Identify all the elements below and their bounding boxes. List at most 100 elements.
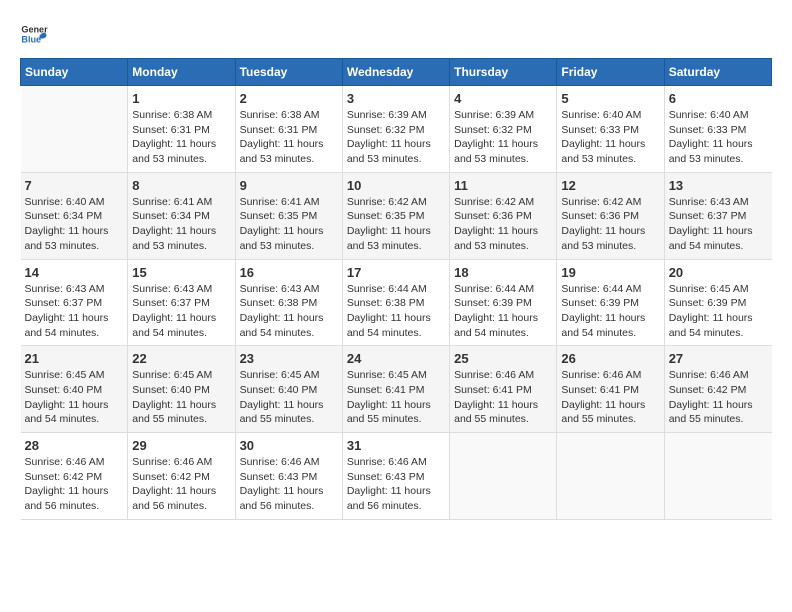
day-number: 1 <box>132 91 230 106</box>
day-number: 7 <box>25 178 124 193</box>
calendar-cell: 11 Sunrise: 6:42 AMSunset: 6:36 PMDayligh… <box>450 172 557 259</box>
day-info: Sunrise: 6:41 AMSunset: 6:35 PMDaylight:… <box>240 195 338 254</box>
calendar-cell: 27 Sunrise: 6:46 AMSunset: 6:42 PMDayligh… <box>664 346 771 433</box>
day-number: 9 <box>240 178 338 193</box>
day-info: Sunrise: 6:46 AMSunset: 6:42 PMDaylight:… <box>132 455 230 514</box>
calendar-cell: 10 Sunrise: 6:42 AMSunset: 6:35 PMDayligh… <box>342 172 449 259</box>
calendar-cell: 24Sunrise: 6:45 AMSunset: 6:41 PMDayligh… <box>342 346 449 433</box>
calendar-cell: 5 Sunrise: 6:40 AMSunset: 6:33 PMDaylight… <box>557 86 664 173</box>
day-info: Sunrise: 6:43 AMSunset: 6:37 PMDaylight:… <box>132 282 230 341</box>
day-number: 2 <box>240 91 338 106</box>
day-number: 18 <box>454 265 552 280</box>
calendar-cell: 21 Sunrise: 6:45 AMSunset: 6:40 PMDayligh… <box>21 346 128 433</box>
day-info: Sunrise: 6:45 AMSunset: 6:40 PMDaylight:… <box>132 368 230 427</box>
day-number: 26 <box>561 351 659 366</box>
day-info: Sunrise: 6:43 AMSunset: 6:37 PMDaylight:… <box>669 195 768 254</box>
day-info: Sunrise: 6:42 AMSunset: 6:36 PMDaylight:… <box>454 195 552 254</box>
calendar-cell: 19Sunrise: 6:44 AMSunset: 6:39 PMDayligh… <box>557 259 664 346</box>
calendar-cell: 4 Sunrise: 6:39 AMSunset: 6:32 PMDaylight… <box>450 86 557 173</box>
calendar-cell: 2 Sunrise: 6:38 AMSunset: 6:31 PMDaylight… <box>235 86 342 173</box>
weekday-header-friday: Friday <box>557 59 664 86</box>
day-info: Sunrise: 6:44 AMSunset: 6:39 PMDaylight:… <box>454 282 552 341</box>
day-number: 13 <box>669 178 768 193</box>
calendar-cell: 18 Sunrise: 6:44 AMSunset: 6:39 PMDayligh… <box>450 259 557 346</box>
weekday-header-tuesday: Tuesday <box>235 59 342 86</box>
calendar-cell: 23 Sunrise: 6:45 AMSunset: 6:40 PMDayligh… <box>235 346 342 433</box>
calendar-cell: 17 Sunrise: 6:44 AMSunset: 6:38 PMDayligh… <box>342 259 449 346</box>
calendar-cell <box>21 86 128 173</box>
logo-icon: General Blue <box>20 20 48 48</box>
calendar-cell: 30Sunrise: 6:46 AMSunset: 6:43 PMDayligh… <box>235 433 342 520</box>
calendar-week-4: 21 Sunrise: 6:45 AMSunset: 6:40 PMDayligh… <box>21 346 772 433</box>
day-number: 10 <box>347 178 445 193</box>
day-number: 16 <box>240 265 338 280</box>
day-number: 6 <box>669 91 768 106</box>
day-info: Sunrise: 6:45 AMSunset: 6:40 PMDaylight:… <box>240 368 338 427</box>
weekday-header-sunday: Sunday <box>21 59 128 86</box>
calendar-week-1: 1 Sunrise: 6:38 AMSunset: 6:31 PMDaylight… <box>21 86 772 173</box>
calendar-cell: 26Sunrise: 6:46 AMSunset: 6:41 PMDayligh… <box>557 346 664 433</box>
calendar-cell: 8Sunrise: 6:41 AMSunset: 6:34 PMDaylight… <box>128 172 235 259</box>
day-info: Sunrise: 6:40 AMSunset: 6:34 PMDaylight:… <box>25 195 124 254</box>
calendar-week-3: 14 Sunrise: 6:43 AMSunset: 6:37 PMDayligh… <box>21 259 772 346</box>
calendar-cell: 7 Sunrise: 6:40 AMSunset: 6:34 PMDaylight… <box>21 172 128 259</box>
day-info: Sunrise: 6:43 AMSunset: 6:37 PMDaylight:… <box>25 282 124 341</box>
day-info: Sunrise: 6:39 AMSunset: 6:32 PMDaylight:… <box>454 108 552 167</box>
calendar-cell: 6 Sunrise: 6:40 AMSunset: 6:33 PMDaylight… <box>664 86 771 173</box>
day-number: 3 <box>347 91 445 106</box>
day-number: 19 <box>561 265 659 280</box>
day-info: Sunrise: 6:42 AMSunset: 6:36 PMDaylight:… <box>561 195 659 254</box>
day-info: Sunrise: 6:38 AMSunset: 6:31 PMDaylight:… <box>240 108 338 167</box>
calendar-cell <box>450 433 557 520</box>
calendar-cell: 12 Sunrise: 6:42 AMSunset: 6:36 PMDayligh… <box>557 172 664 259</box>
day-number: 22 <box>132 351 230 366</box>
day-number: 30 <box>240 438 338 453</box>
day-number: 12 <box>561 178 659 193</box>
day-number: 15 <box>132 265 230 280</box>
day-number: 23 <box>240 351 338 366</box>
day-info: Sunrise: 6:46 AMSunset: 6:42 PMDaylight:… <box>669 368 768 427</box>
calendar-cell: 16Sunrise: 6:43 AMSunset: 6:38 PMDayligh… <box>235 259 342 346</box>
calendar-cell: 22 Sunrise: 6:45 AMSunset: 6:40 PMDayligh… <box>128 346 235 433</box>
day-number: 11 <box>454 178 552 193</box>
day-number: 27 <box>669 351 768 366</box>
weekday-header-wednesday: Wednesday <box>342 59 449 86</box>
day-number: 20 <box>669 265 768 280</box>
day-info: Sunrise: 6:39 AMSunset: 6:32 PMDaylight:… <box>347 108 445 167</box>
day-number: 21 <box>25 351 124 366</box>
calendar-cell: 14 Sunrise: 6:43 AMSunset: 6:37 PMDayligh… <box>21 259 128 346</box>
day-info: Sunrise: 6:42 AMSunset: 6:35 PMDaylight:… <box>347 195 445 254</box>
calendar-cell: 20Sunrise: 6:45 AMSunset: 6:39 PMDayligh… <box>664 259 771 346</box>
day-info: Sunrise: 6:46 AMSunset: 6:41 PMDaylight:… <box>454 368 552 427</box>
calendar-week-5: 28 Sunrise: 6:46 AMSunset: 6:42 PMDayligh… <box>21 433 772 520</box>
day-info: Sunrise: 6:45 AMSunset: 6:40 PMDaylight:… <box>25 368 124 427</box>
calendar-cell: 1 Sunrise: 6:38 AMSunset: 6:31 PMDaylight… <box>128 86 235 173</box>
calendar-cell: 31 Sunrise: 6:46 AMSunset: 6:43 PMDayligh… <box>342 433 449 520</box>
day-number: 31 <box>347 438 445 453</box>
calendar-cell: 15 Sunrise: 6:43 AMSunset: 6:37 PMDayligh… <box>128 259 235 346</box>
calendar-cell: 3 Sunrise: 6:39 AMSunset: 6:32 PMDaylight… <box>342 86 449 173</box>
svg-text:Blue: Blue <box>21 34 41 44</box>
day-number: 17 <box>347 265 445 280</box>
calendar-table: SundayMondayTuesdayWednesdayThursdayFrid… <box>20 58 772 520</box>
day-number: 5 <box>561 91 659 106</box>
page-header: General Blue <box>20 20 772 48</box>
weekday-header-saturday: Saturday <box>664 59 771 86</box>
calendar-cell: 29Sunrise: 6:46 AMSunset: 6:42 PMDayligh… <box>128 433 235 520</box>
day-info: Sunrise: 6:46 AMSunset: 6:42 PMDaylight:… <box>25 455 124 514</box>
calendar-cell <box>664 433 771 520</box>
day-number: 4 <box>454 91 552 106</box>
day-info: Sunrise: 6:40 AMSunset: 6:33 PMDaylight:… <box>669 108 768 167</box>
calendar-cell: 9 Sunrise: 6:41 AMSunset: 6:35 PMDaylight… <box>235 172 342 259</box>
day-number: 28 <box>25 438 124 453</box>
weekday-header-thursday: Thursday <box>450 59 557 86</box>
day-info: Sunrise: 6:44 AMSunset: 6:38 PMDaylight:… <box>347 282 445 341</box>
day-info: Sunrise: 6:38 AMSunset: 6:31 PMDaylight:… <box>132 108 230 167</box>
day-info: Sunrise: 6:46 AMSunset: 6:43 PMDaylight:… <box>347 455 445 514</box>
calendar-cell: 25Sunrise: 6:46 AMSunset: 6:41 PMDayligh… <box>450 346 557 433</box>
calendar-cell: 13 Sunrise: 6:43 AMSunset: 6:37 PMDayligh… <box>664 172 771 259</box>
day-number: 14 <box>25 265 124 280</box>
calendar-cell: 28 Sunrise: 6:46 AMSunset: 6:42 PMDayligh… <box>21 433 128 520</box>
day-info: Sunrise: 6:41 AMSunset: 6:34 PMDaylight:… <box>132 195 230 254</box>
day-info: Sunrise: 6:40 AMSunset: 6:33 PMDaylight:… <box>561 108 659 167</box>
